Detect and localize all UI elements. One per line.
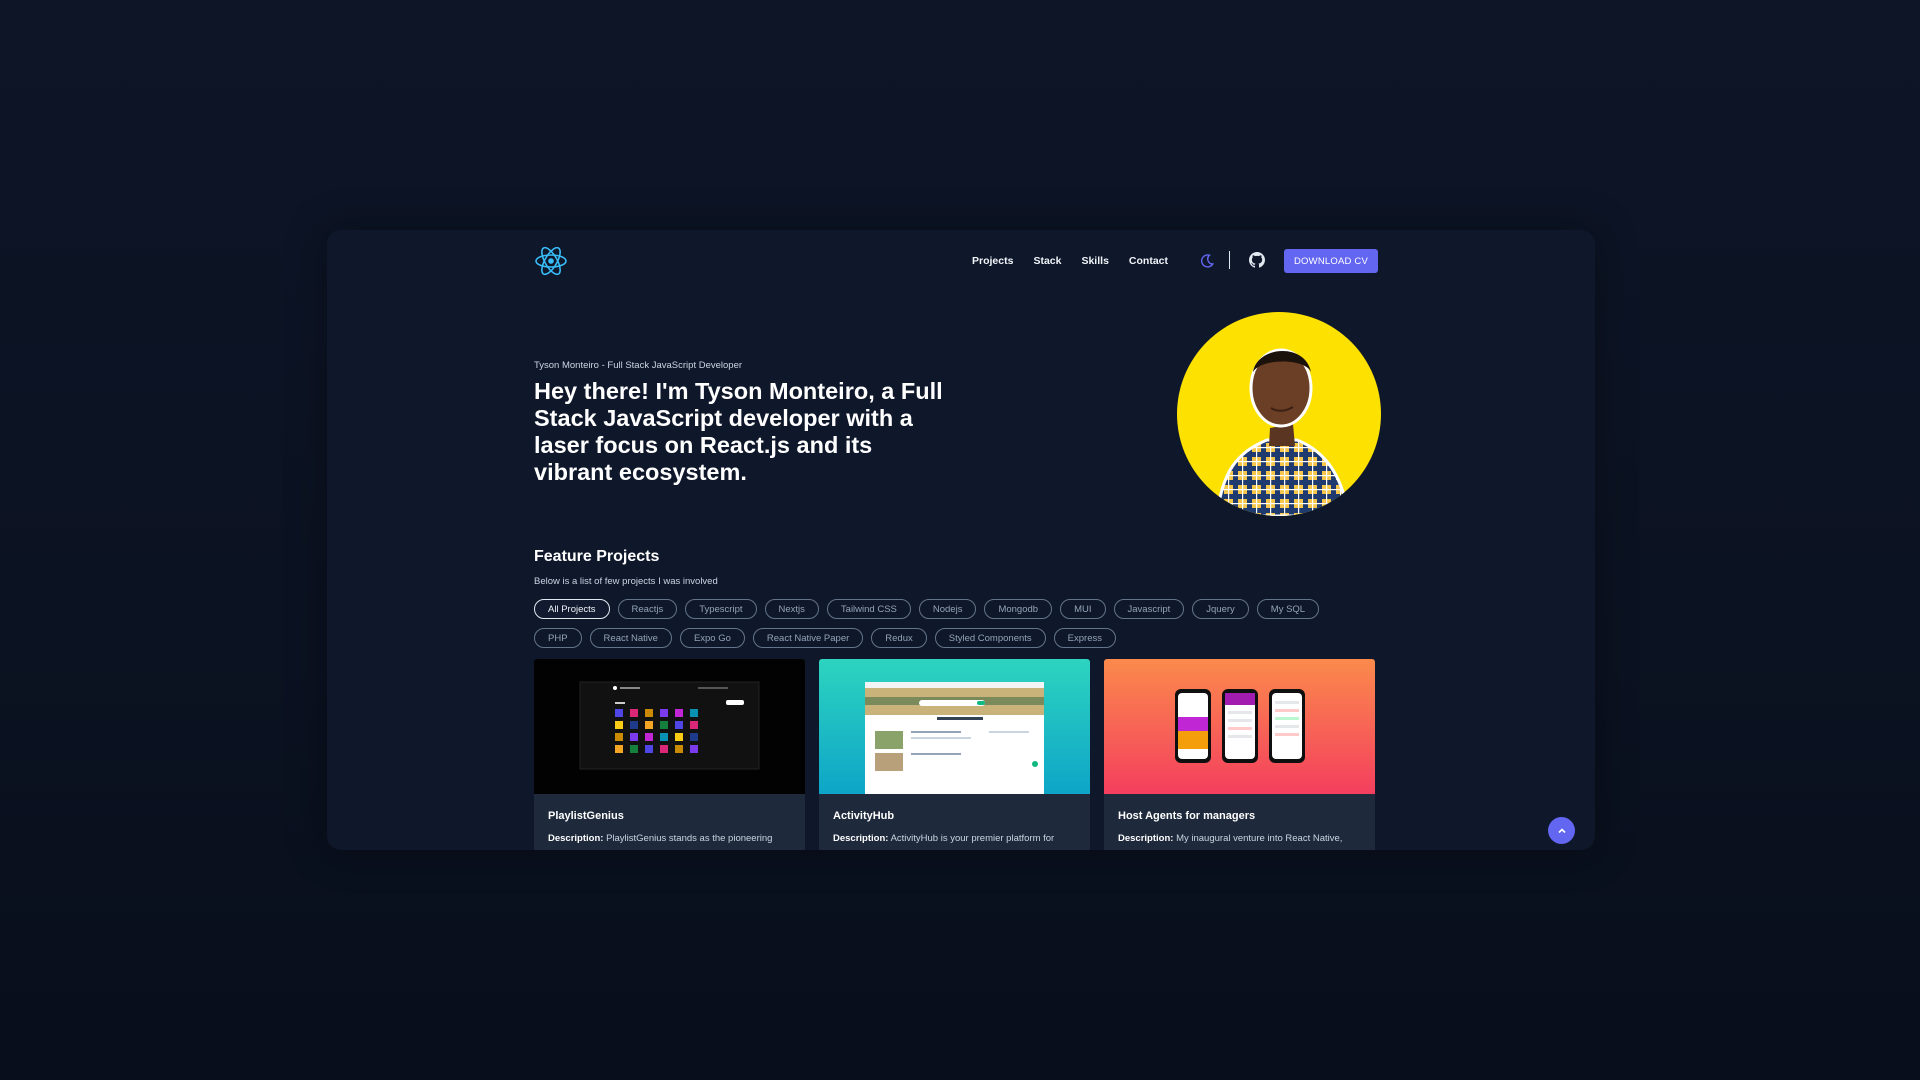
playlist-tile <box>660 721 668 729</box>
project-card-description: Description: My inaugural venture into R… <box>1118 833 1343 844</box>
avatar-photo <box>1215 348 1351 516</box>
filter-chip-express[interactable]: Express <box>1053 628 1116 648</box>
project-card-title: PlaylistGenius <box>548 810 624 822</box>
playlist-tile <box>615 745 623 753</box>
filter-chip-mui[interactable]: MUI <box>1060 599 1106 619</box>
filter-chip-my-sql[interactable]: My SQL <box>1256 599 1320 619</box>
filter-chip-nodejs[interactable]: Nodejs <box>918 599 977 619</box>
project-cards: PlaylistGenius Description: PlaylistGeni… <box>534 659 1375 850</box>
playlist-tile <box>645 721 653 729</box>
project-thumbnail <box>1104 659 1375 794</box>
filter-chip-tailwind-css[interactable]: Tailwind CSS <box>826 599 911 619</box>
playlist-tile <box>630 709 638 717</box>
filter-chip-reactjs[interactable]: Reactjs <box>617 599 678 619</box>
browser-frame: Projects Stack Skills Contact DOWNLOAD C… <box>327 230 1595 850</box>
top-nav: Projects Stack Skills Contact DOWNLOAD C… <box>534 238 1378 278</box>
filter-chip-php[interactable]: PHP <box>534 628 582 648</box>
avatar <box>1177 312 1381 516</box>
project-card-description: Description: PlaylistGenius stands as th… <box>548 833 773 844</box>
playlist-tile <box>675 709 683 717</box>
hero-subtitle: Tyson Monteiro - Full Stack JavaScript D… <box>534 360 743 371</box>
playlistgenius-screenshot <box>579 681 760 770</box>
moon-icon[interactable] <box>1199 253 1215 269</box>
filter-chip-all-projects[interactable]: All Projects <box>534 599 610 619</box>
playlist-tile <box>690 745 698 753</box>
playlist-tile <box>690 721 698 729</box>
project-card-title: ActivityHub <box>833 810 895 822</box>
scroll-to-top-button[interactable] <box>1548 817 1575 844</box>
filter-row: All Projects Reactjs Typescript Nextjs Tailw… <box>534 599 1374 619</box>
project-card-activityhub[interactable]: ActivityHub Description: ActivityHub is … <box>819 659 1090 850</box>
filter-chip-nextjs[interactable]: Nextjs <box>764 599 819 619</box>
playlist-tile <box>630 745 638 753</box>
playlist-tile <box>690 709 698 717</box>
filter-chip-expo-go[interactable]: Expo Go <box>679 628 745 648</box>
chevron-up-icon <box>1557 827 1566 833</box>
filter-chip-react-native[interactable]: React Native <box>589 628 672 648</box>
nav-link-contact[interactable]: Contact <box>1129 255 1168 267</box>
nav-link-stack[interactable]: Stack <box>1033 255 1061 267</box>
filter-chip-mongodb[interactable]: Mongodb <box>984 599 1053 619</box>
github-icon[interactable] <box>1249 252 1265 268</box>
playlist-tile <box>690 733 698 741</box>
nav-link-skills[interactable]: Skills <box>1081 255 1108 267</box>
filter-chip-styled-components[interactable]: Styled Components <box>934 628 1046 648</box>
nav-link-projects[interactable]: Projects <box>972 255 1013 267</box>
playlist-tile <box>645 733 653 741</box>
nav-links: Projects Stack Skills Contact <box>972 255 1168 267</box>
hero-title: Hey there! I'm Tyson Monteiro, a Full St… <box>534 378 943 485</box>
project-filters: All Projects Reactjs Typescript Nextjs Tailw… <box>534 599 1374 657</box>
react-atom-icon[interactable] <box>534 244 568 278</box>
filter-chip-react-native-paper[interactable]: React Native Paper <box>752 628 864 648</box>
playlist-tile <box>615 721 623 729</box>
playlist-tile <box>660 733 668 741</box>
filter-chip-javascript[interactable]: Javascript <box>1113 599 1185 619</box>
filter-chip-jquery[interactable]: Jquery <box>1192 599 1249 619</box>
project-card-host-agents[interactable]: Host Agents for managers Description: My… <box>1104 659 1375 850</box>
project-card-title: Host Agents for managers <box>1118 810 1256 822</box>
playlist-tile <box>630 721 638 729</box>
filter-chip-redux[interactable]: Redux <box>871 628 927 648</box>
projects-title: Feature Projects <box>534 548 660 565</box>
projects-subtitle: Below is a list of few projects I was in… <box>534 576 718 587</box>
playlist-tile <box>645 745 653 753</box>
playlist-tile <box>660 709 668 717</box>
nav-divider <box>1229 251 1230 269</box>
download-cv-button[interactable]: DOWNLOAD CV <box>1284 249 1378 273</box>
playlist-tile <box>615 733 623 741</box>
playlist-tile <box>630 733 638 741</box>
project-thumbnail <box>819 659 1090 794</box>
project-card-description: Description: ActivityHub is your premier… <box>833 833 1055 844</box>
playlist-tile <box>675 745 683 753</box>
playlist-tile <box>615 709 623 717</box>
filter-row: PHP React Native Expo Go React Native Paper… <box>534 628 1374 648</box>
filter-chip-typescript[interactable]: Typescript <box>685 599 757 619</box>
playlist-tile <box>675 721 683 729</box>
playlist-tile <box>675 733 683 741</box>
playlist-tile <box>660 745 668 753</box>
project-thumbnail <box>534 659 805 794</box>
project-card-playlistgenius[interactable]: PlaylistGenius Description: PlaylistGeni… <box>534 659 805 850</box>
playlist-tile <box>645 709 653 717</box>
activityhub-screenshot <box>865 682 1044 794</box>
host-agents-screenshot <box>1175 689 1305 763</box>
